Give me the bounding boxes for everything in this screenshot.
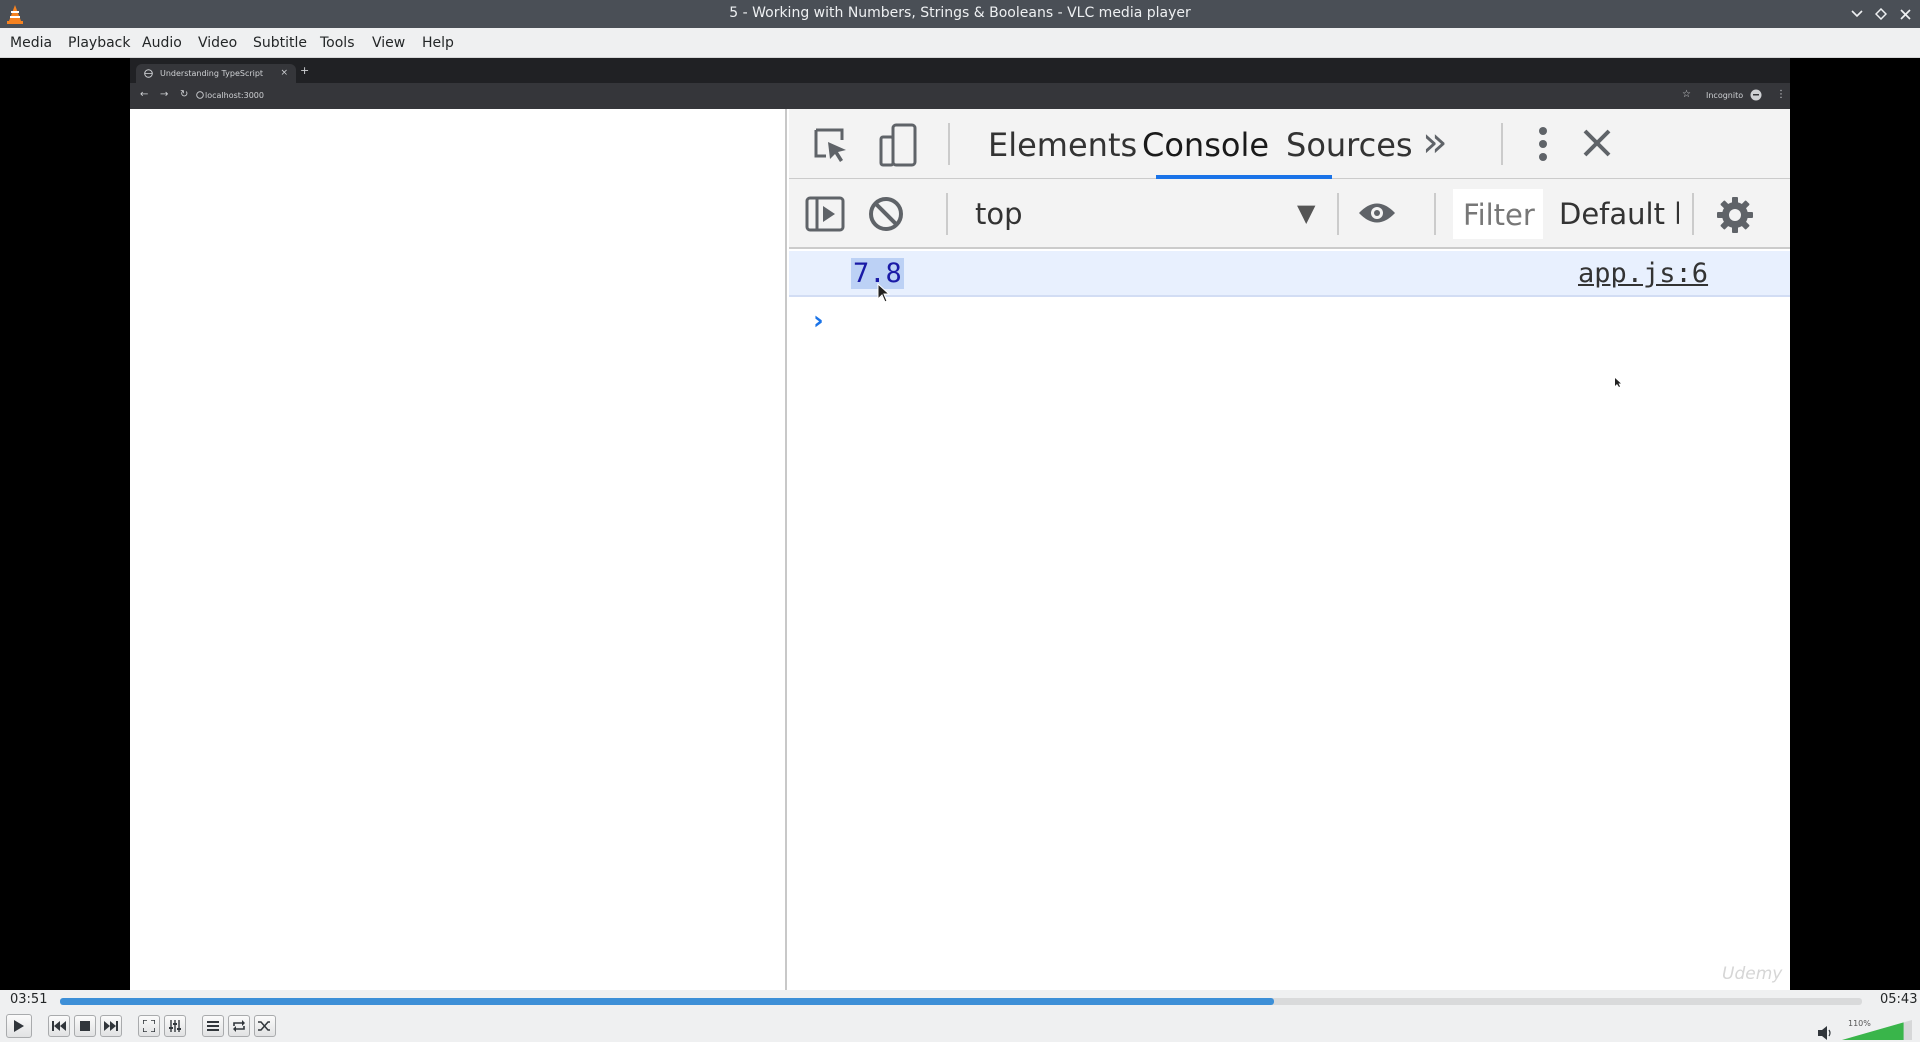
menu-playback[interactable]: Playback <box>68 35 130 51</box>
seek-bar-row: 03:51 05:43 <box>0 990 1920 1010</box>
volume-percent: 110% <box>1848 1019 1871 1028</box>
globe-icon <box>144 69 153 78</box>
browser-menu-icon: ⋮ <box>1776 89 1786 100</box>
menu-help[interactable]: Help <box>422 35 454 51</box>
console-log-row: 7.8 app.js:6 <box>789 251 1790 303</box>
menu-view[interactable]: View <box>372 35 405 51</box>
live-expression-eye-icon <box>1357 197 1397 229</box>
seek-slider[interactable] <box>60 998 1862 1005</box>
shuffle-button[interactable] <box>254 1015 276 1037</box>
window-title: 5 - Working with Numbers, Strings & Bool… <box>729 5 1191 21</box>
loop-button[interactable] <box>228 1015 250 1037</box>
udemy-watermark: Udemy <box>1722 964 1783 984</box>
console-bar-divider-3 <box>1434 193 1436 235</box>
info-icon <box>196 91 204 99</box>
seek-progress <box>60 998 1274 1005</box>
kebab-menu-icon <box>1531 123 1555 165</box>
elapsed-time: 03:51 <box>10 992 48 1007</box>
previous-button[interactable] <box>48 1015 70 1037</box>
previous-icon <box>52 1021 66 1031</box>
console-bar-divider <box>946 193 948 235</box>
console-bar-divider-4 <box>1692 193 1694 235</box>
address-bar: localhost:3000 <box>205 91 264 100</box>
menu-media[interactable]: Media <box>10 35 52 51</box>
webpage-content <box>130 109 787 990</box>
log-levels-dropdown: Default levels <box>1559 197 1679 231</box>
loop-icon <box>233 1020 245 1032</box>
extended-settings-button[interactable] <box>164 1015 186 1037</box>
console-toolbar: top ▼ Filter Default levels <box>789 179 1790 249</box>
close-devtools-icon <box>1579 125 1615 161</box>
bookmark-star-icon: ☆ <box>1682 89 1691 100</box>
inspect-element-icon <box>811 125 851 165</box>
browser-tabstrip: Understanding TypeScript × + <box>130 58 1790 83</box>
devtools-tabbar: Elements Console Sources » <box>789 109 1790 179</box>
clear-console-icon <box>867 195 905 233</box>
tab-sources: Sources <box>1286 126 1413 164</box>
back-icon: ← <box>140 89 149 100</box>
tab-close-icon: × <box>280 68 288 78</box>
equalizer-icon <box>169 1020 181 1032</box>
fullscreen-icon <box>143 1020 155 1032</box>
device-toolbar-icon <box>879 123 919 167</box>
console-bar-divider-2 <box>1337 193 1339 235</box>
tab-elements: Elements <box>988 126 1138 164</box>
console-prompt-icon: › <box>813 306 824 336</box>
shuffle-icon <box>258 1021 270 1031</box>
window-titlebar: 5 - Working with Numbers, Strings & Bool… <box>0 0 1920 28</box>
context-dropdown-icon: ▼ <box>1297 199 1316 227</box>
video-frame: Understanding TypeScript × + ← → ↻ local… <box>130 58 1790 990</box>
reload-icon: ↻ <box>180 89 189 100</box>
devtools-panel: Elements Console Sources » top ▼ Filter … <box>789 109 1790 990</box>
minimize-icon[interactable] <box>1848 5 1866 23</box>
browser-tab: Understanding TypeScript × <box>136 64 296 83</box>
fullscreen-button[interactable] <box>138 1015 160 1037</box>
mouse-cursor-small-icon <box>1615 378 1621 387</box>
sidebar-toggle-icon <box>805 195 845 233</box>
controls-bar <box>0 1010 1920 1042</box>
menu-video[interactable]: Video <box>198 35 237 51</box>
play-button[interactable] <box>6 1014 32 1038</box>
browser-tab-title: Understanding TypeScript <box>160 69 264 78</box>
incognito-label: Incognito <box>1706 91 1744 100</box>
next-icon <box>104 1021 118 1031</box>
menubar: Media Playback Audio Video Subtitle Tool… <box>0 28 1920 58</box>
maximize-icon[interactable] <box>1872 5 1890 23</box>
next-button[interactable] <box>100 1015 122 1037</box>
console-source-link: app.js:6 <box>1578 258 1709 289</box>
more-tabs-icon: » <box>1422 117 1448 166</box>
tabbar-divider-2 <box>1501 123 1503 165</box>
speaker-icon[interactable] <box>1817 1026 1833 1040</box>
new-tab-icon: + <box>300 64 310 77</box>
close-icon[interactable] <box>1896 5 1914 23</box>
console-settings-gear-icon <box>1715 195 1755 235</box>
incognito-avatar-icon <box>1750 89 1762 101</box>
playlist-button[interactable] <box>202 1015 224 1037</box>
video-area[interactable]: Understanding TypeScript × + ← → ↻ local… <box>0 58 1920 990</box>
context-selector: top <box>975 197 1023 231</box>
stop-icon <box>80 1021 90 1031</box>
forward-icon: → <box>160 89 169 100</box>
filter-input: Filter <box>1453 189 1543 239</box>
stop-button[interactable] <box>74 1015 96 1037</box>
menu-subtitle[interactable]: Subtitle <box>253 35 307 51</box>
menu-tools[interactable]: Tools <box>320 35 355 51</box>
browser-toolbar: ← → ↻ localhost:3000 ☆ Incognito ⋮ <box>130 83 1790 109</box>
playlist-icon <box>207 1021 219 1031</box>
tab-console: Console <box>1142 126 1270 164</box>
total-time: 05:43 <box>1880 992 1918 1007</box>
menu-audio[interactable]: Audio <box>142 35 182 51</box>
tabbar-divider <box>948 123 950 165</box>
mouse-cursor-icon <box>877 283 891 303</box>
play-icon <box>14 1020 24 1032</box>
